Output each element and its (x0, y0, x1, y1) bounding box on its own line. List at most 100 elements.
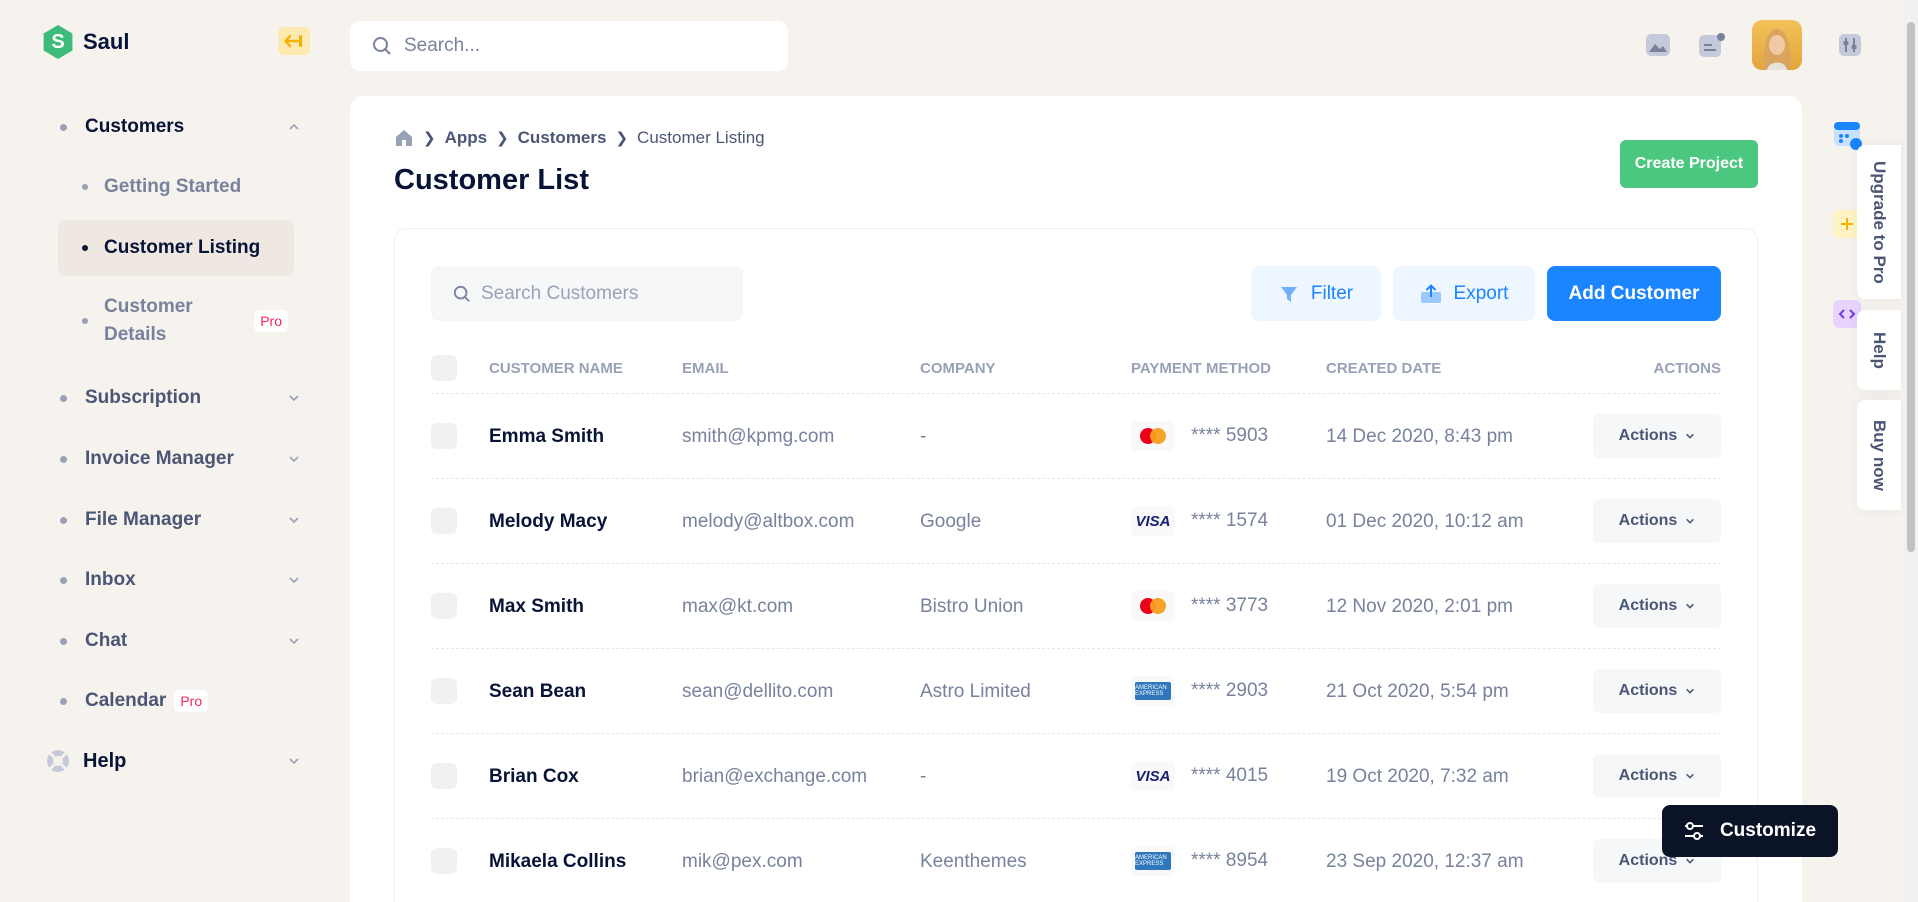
actions-label: Actions (1618, 682, 1678, 699)
customer-name[interactable]: Emma Smith (489, 426, 604, 448)
sidebar-item-customer-details[interactable]: Customer Details Pro (58, 292, 294, 350)
customer-name[interactable]: Sean Bean (489, 681, 586, 703)
scrollbar-thumb[interactable] (1907, 22, 1915, 552)
bullet-icon (82, 184, 88, 190)
amex-icon: AMERICAN EXPRESS (1131, 676, 1175, 706)
sidebar-collapse-button[interactable] (278, 27, 310, 55)
page-scrollbar[interactable] (1904, 0, 1918, 902)
customer-email[interactable]: smith@kpmg.com (682, 426, 834, 448)
add-customer-button[interactable]: Add Customer (1547, 266, 1721, 321)
row-checkbox[interactable] (431, 678, 457, 704)
customer-search[interactable] (431, 266, 743, 321)
chevron-down-icon (1686, 688, 1695, 694)
column-header-name[interactable]: Customer Name (489, 360, 623, 377)
sidebar-item-customers[interactable]: Customers (60, 116, 300, 138)
breadcrumb-customers[interactable]: Customers (518, 128, 607, 148)
row-checkbox[interactable] (431, 593, 457, 619)
sidebar-item-file-manager[interactable]: File Manager (60, 509, 300, 531)
row-actions-button[interactable]: Actions (1593, 754, 1721, 798)
sidebar-item-getting-started[interactable]: Getting Started (58, 170, 294, 204)
row-checkbox[interactable] (431, 423, 457, 449)
message-icon (1699, 33, 1725, 57)
sidebar-item-customer-listing[interactable]: Customer Listing (58, 220, 294, 276)
upgrade-to-pro-tab[interactable]: Upgrade to Pro (1857, 145, 1901, 299)
filter-icon (1280, 286, 1297, 302)
customer-email[interactable]: mik@pex.com (682, 851, 803, 873)
row-checkbox[interactable] (431, 848, 457, 874)
bullet-icon (60, 123, 67, 131)
created-date: 19 Oct 2020, 7:32 am (1326, 766, 1509, 787)
filter-button[interactable]: Filter (1251, 266, 1381, 321)
table-row: Brian Cox brian@exchange.com - VISA **** 401… (431, 733, 1721, 818)
logo-mark: S (43, 25, 73, 59)
bullet-icon (60, 516, 67, 524)
customer-email[interactable]: melody@altbox.com (682, 511, 854, 533)
help-tab[interactable]: Help (1857, 310, 1901, 390)
avatar-image (1763, 29, 1791, 70)
sidebar-item-label: Chat (85, 630, 128, 651)
row-checkbox[interactable] (431, 763, 457, 789)
sidebar: S Saul Customers Getting Started Custome… (0, 0, 330, 902)
table-row: Emma Smith smith@kpmg.com - **** 5903 14 Dec… (431, 393, 1721, 478)
customer-company: Google (920, 511, 982, 532)
created-date: 01 Dec 2020, 10:12 am (1326, 511, 1524, 532)
gallery-button[interactable] (1643, 30, 1673, 60)
calendar-rail-button[interactable] (1833, 118, 1862, 150)
column-header-payment[interactable]: Payment Method (1131, 360, 1271, 377)
customer-name[interactable]: Mikaela Collins (489, 851, 626, 873)
sidebar-item-help[interactable]: Help (45, 748, 300, 774)
customer-table-card: Filter Export Add Customer Customer Name… (394, 228, 1758, 902)
table-row: Max Smith max@kt.com Bistro Union **** 3773… (431, 563, 1721, 648)
table-row: Mikaela Collins mik@pex.com Keenthemes AMER… (431, 818, 1721, 902)
actions-label: Actions (1618, 767, 1678, 784)
sidebar-item-subscription[interactable]: Subscription (60, 387, 300, 409)
card-digits: **** 1574 (1191, 510, 1269, 531)
sidebar-item-calendar[interactable]: Calendar Pro (60, 690, 300, 712)
bullet-icon (60, 455, 67, 463)
global-search-input[interactable] (404, 35, 764, 57)
sidebar-item-label: File Manager (85, 509, 202, 530)
row-checkbox[interactable] (431, 508, 457, 534)
column-header-email[interactable]: Email (682, 360, 729, 377)
column-header-date[interactable]: Created Date (1326, 360, 1441, 377)
settings-button[interactable] (1835, 30, 1865, 60)
customer-name[interactable]: Max Smith (489, 596, 584, 618)
customer-search-input[interactable] (481, 282, 731, 305)
mastercard-icon (1131, 591, 1175, 621)
customer-name[interactable]: Melody Macy (489, 511, 607, 533)
sidebar-item-inbox[interactable]: Inbox (60, 569, 300, 591)
notifications-button[interactable] (1697, 30, 1727, 60)
sidebar-item-label: Invoice Manager (85, 448, 234, 469)
sidebar-item-label: Customers (85, 116, 185, 137)
visa-label: VISA (1135, 767, 1171, 785)
bullet-icon (82, 318, 88, 324)
create-project-button[interactable]: Create Project (1620, 140, 1758, 188)
buy-now-tab[interactable]: Buy now (1857, 400, 1901, 510)
amex-icon: AMERICAN EXPRESS (1131, 846, 1175, 876)
row-actions-button[interactable]: Actions (1593, 414, 1721, 458)
user-avatar[interactable] (1752, 20, 1802, 70)
chevron-down-icon (1686, 858, 1695, 864)
search-icon (373, 37, 391, 55)
buy-now-label: Buy now (1870, 419, 1889, 491)
breadcrumb-apps[interactable]: Apps (445, 128, 488, 148)
row-actions-button[interactable]: Actions (1593, 584, 1721, 628)
customer-email[interactable]: sean@dellito.com (682, 681, 833, 703)
customer-email[interactable]: max@kt.com (682, 596, 793, 618)
row-actions-button[interactable]: Actions (1593, 499, 1721, 543)
app-logo[interactable]: S Saul (42, 25, 129, 59)
row-actions-button[interactable]: Actions (1593, 669, 1721, 713)
customer-company: Astro Limited (920, 681, 1031, 702)
global-search[interactable] (350, 21, 788, 71)
column-header-company[interactable]: Company (920, 360, 996, 377)
mastercard-circle-orange (1150, 428, 1166, 444)
customer-name[interactable]: Brian Cox (489, 766, 579, 788)
sidebar-item-chat[interactable]: Chat (60, 630, 300, 652)
select-all-checkbox[interactable] (431, 355, 457, 381)
customize-button[interactable]: Customize (1662, 805, 1838, 857)
sidebar-item-invoice-manager[interactable]: Invoice Manager (60, 448, 300, 470)
home-icon[interactable] (394, 128, 414, 148)
customer-email[interactable]: brian@exchange.com (682, 766, 867, 788)
export-button[interactable]: Export (1393, 266, 1535, 321)
sidebar-item-label: Calendar (85, 690, 167, 711)
